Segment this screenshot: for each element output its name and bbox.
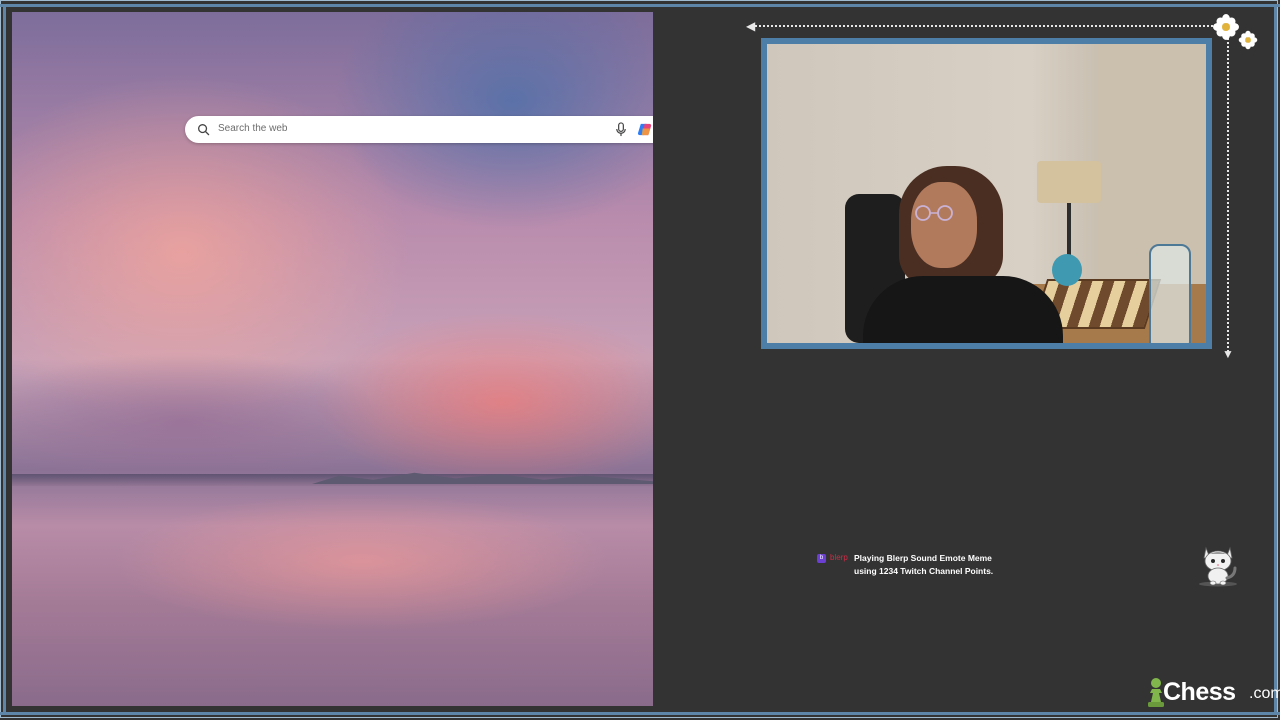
streamer-face: [911, 182, 977, 268]
blerp-icon: b: [817, 554, 826, 563]
alert-message-line2: using 1234 Twitch Channel Points.: [854, 566, 994, 576]
frame-bottom-border: [0, 712, 1280, 715]
lamp: [1037, 161, 1101, 203]
water-bottle: [1149, 244, 1191, 343]
glasses-icon: [915, 205, 953, 221]
daisy-flower-icon: [1238, 30, 1258, 50]
browser-new-tab: Search the web: [12, 12, 653, 706]
frame-left-border: [3, 4, 6, 715]
webcam-feed: [767, 44, 1206, 343]
dotted-arrow-down: [1227, 26, 1229, 352]
arrow-down-icon: ▼: [1222, 347, 1234, 361]
microphone-icon[interactable]: [615, 122, 627, 137]
logo-text: Chess: [1163, 678, 1236, 706]
alert-username: blerp: [830, 553, 848, 562]
daisy-flower-icon: [1213, 14, 1239, 40]
streamer-body: [863, 276, 1063, 343]
search-input[interactable]: Search the web: [218, 123, 288, 134]
alert-message-line1: Playing Blerp Sound Emote Meme: [854, 553, 992, 563]
plush-toy: [1052, 254, 1082, 286]
frame-top-border: [0, 4, 1280, 7]
logo-suffix: .com: [1249, 685, 1280, 702]
search-icon: [198, 124, 210, 136]
dotted-arrow-left: [755, 25, 1225, 27]
copilot-icon[interactable]: [637, 121, 653, 138]
water-reflection: [112, 492, 612, 632]
frame-right-border: [1274, 4, 1277, 715]
webcam-frame: [761, 38, 1212, 349]
cat-mascot-icon: [1199, 546, 1237, 587]
web-search-box[interactable]: Search the web: [185, 116, 653, 143]
arrow-left-icon: ◀: [746, 19, 756, 33]
